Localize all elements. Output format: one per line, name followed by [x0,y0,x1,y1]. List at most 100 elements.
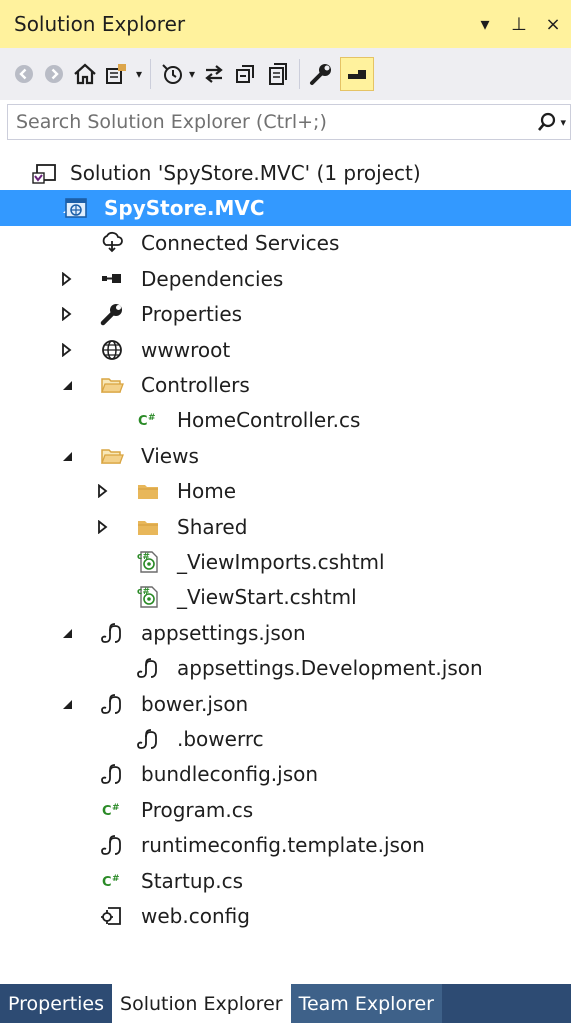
folder-open-icon [99,443,125,469]
tree-item-label: Shared [177,514,248,539]
tree-item-properties[interactable]: Properties [0,297,571,332]
collapse-arrow-icon[interactable] [59,448,75,464]
tree-item-label: Connected Services [141,231,340,256]
tree-item-label: Properties [141,302,243,327]
tree-item-label: Home [177,479,237,504]
tree-item-controllers[interactable]: Controllers [0,367,571,402]
switch-views-button[interactable]: ▾ [104,58,142,90]
tree-item-label: Program.cs [141,797,254,822]
expand-arrow-icon[interactable] [95,483,111,499]
tree-item-label: web.config [141,903,250,928]
toolbar-separator [299,59,301,89]
svg-text:C: C [138,414,148,429]
tree-item-wwwroot[interactable]: wwwroot [0,332,571,367]
auto-hide-pin-icon[interactable]: ⊥ [507,14,531,35]
search-input[interactable] [16,111,526,133]
solution-icon [31,160,57,186]
tree-item-views[interactable]: Views [0,438,571,473]
preview-selected-items-button[interactable] [340,57,375,91]
collapse-arrow-icon[interactable] [59,377,75,393]
svg-text:C: C [102,804,112,819]
show-all-files-icon [269,63,288,85]
expand-arrow-icon[interactable] [59,306,75,322]
window-position-dropdown-icon[interactable]: ▾ [473,14,497,35]
solution-explorer-toolbar: ▾ ▾ [0,48,571,100]
tree-item-web-config[interactable]: web.config [0,898,571,933]
collapse-all-icon [236,65,255,83]
tree-item-label: Solution 'SpyStore.MVC' (1 project) [70,160,421,185]
tree-item-label: HomeController.cs [177,408,361,433]
expand-arrow-icon[interactable] [59,342,75,358]
folder-icon [135,478,161,504]
expand-arrow-icon[interactable] [95,519,111,535]
json-file-icon [99,691,125,717]
tree-item-bowerrc[interactable]: .bowerrc [0,721,571,756]
svg-text:c#: c# [137,587,150,597]
connected-services-icon [99,230,125,256]
tree-item-label: .bowerrc [177,726,264,751]
tree-item-appsettings-json[interactable]: appsettings.json [0,615,571,650]
config-file-icon [99,903,125,929]
tree-item-program-cs[interactable]: C # Program.cs [0,792,571,827]
expand-arrow-icon[interactable] [59,271,75,287]
tree-item-spystore-mvc[interactable]: SpyStore.MVC [0,190,571,226]
tree-item-label: Dependencies [141,266,284,291]
solution-tree: Solution 'SpyStore.MVC' (1 project) SpySt… [0,155,571,934]
tree-item-viewimports-cshtml[interactable]: c# _ViewImports.cshtml [0,544,571,579]
wrench-icon [99,301,125,327]
tree-item-label: runtimeconfig.template.json [141,833,425,858]
tree-item-label: _ViewStart.cshtml [177,585,357,610]
tree-item-label: Controllers [141,373,250,398]
tree-item-label: Views [141,443,199,468]
tree-item-viewstart-cshtml[interactable]: c# _ViewStart.cshtml [0,580,571,615]
csharp-file-icon: C # [135,407,161,433]
razor-file-icon: c# [135,549,161,575]
globe-icon [99,337,125,363]
forward-button[interactable] [42,58,66,90]
tree-item-solution-spystore-mvc-1-project[interactable]: Solution 'SpyStore.MVC' (1 project) [0,155,571,190]
search-icon [538,112,556,131]
collapse-arrow-icon[interactable] [59,696,75,712]
close-icon[interactable]: × [541,14,565,35]
tree-item-startup-cs[interactable]: C # Startup.cs [0,863,571,898]
title-bar: Solution Explorer ▾ ⊥ × [0,0,571,48]
tree-item-homecontroller-cs[interactable]: C # HomeController.cs [0,403,571,438]
tree-item-dependencies[interactable]: Dependencies [0,261,571,296]
tab-team-explorer[interactable]: Team Explorer [290,984,442,1023]
tree-item-label: bower.json [141,691,249,716]
switch-views-icon [106,64,126,84]
collapse-arrow-icon[interactable] [59,625,75,641]
tree-item-connected-services[interactable]: Connected Services [0,226,571,261]
tree-item-bundleconfig-json[interactable]: bundleconfig.json [0,757,571,792]
json-file-icon [99,832,125,858]
tab-properties[interactable]: Properties [0,984,113,1023]
collapse-all-button[interactable] [233,58,259,90]
home-button[interactable] [72,58,98,90]
search-options[interactable]: ▾ [526,111,570,133]
svg-text:c#: c# [137,552,150,562]
tree-item-label: wwwroot [141,337,231,362]
sync-icon [205,65,223,83]
properties-wrench-icon [310,64,332,85]
folder-open-icon [99,372,125,398]
tree-item-home[interactable]: Home [0,474,571,509]
tree-item-bower-json[interactable]: bower.json [0,686,571,721]
svg-text:#: # [112,874,120,884]
svg-text:C: C [102,875,112,890]
sync-with-document-button[interactable] [201,58,227,90]
tree-item-appsettings-development-json[interactable]: appsettings.Development.json [0,650,571,685]
tree-item-runtimeconfig-template-json[interactable]: runtimeconfig.template.json [0,827,571,862]
tab-solution-explorer[interactable]: Solution Explorer [112,984,291,1023]
folder-icon [135,514,161,540]
show-all-files-button[interactable] [265,58,291,90]
back-button[interactable] [12,58,36,90]
json-file-icon [99,620,125,646]
properties-button[interactable] [308,58,334,90]
back-icon [15,65,33,83]
tree-item-label: appsettings.Development.json [177,656,483,681]
tree-item-label: SpyStore.MVC [104,196,265,221]
json-file-icon [135,726,161,752]
dependencies-icon [99,266,125,292]
pending-changes-filter-button[interactable]: ▾ [159,58,195,90]
tree-item-shared[interactable]: Shared [0,509,571,544]
